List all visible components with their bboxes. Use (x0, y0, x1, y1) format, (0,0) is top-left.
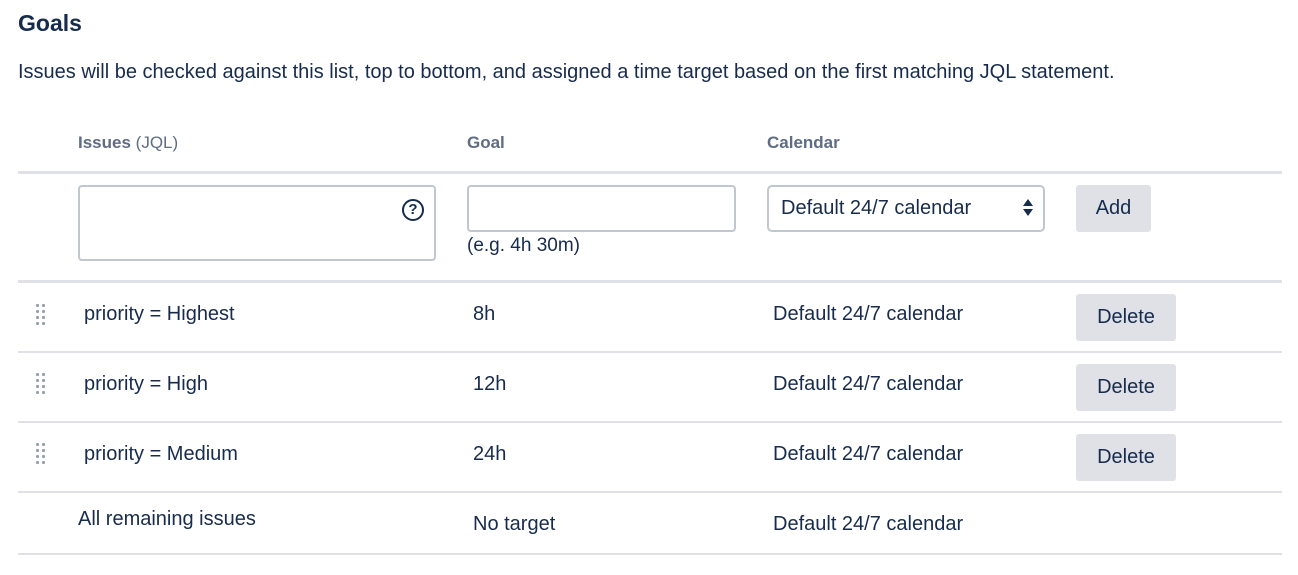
row-divider (18, 351, 1282, 353)
jql-input[interactable]: ? (78, 185, 436, 261)
goals-title: Goals (18, 10, 82, 36)
add-button[interactable]: Add (1076, 185, 1151, 232)
remaining-goal: No target (473, 513, 556, 535)
delete-button[interactable]: Delete (1076, 294, 1176, 341)
drag-handle-icon[interactable] (36, 304, 46, 326)
delete-button[interactable]: Delete (1076, 434, 1176, 481)
drag-handle-icon[interactable] (36, 443, 46, 465)
header-divider (18, 171, 1282, 174)
row-jql: priority = Medium (84, 443, 238, 465)
goals-description: Issues will be checked against this list… (18, 61, 1115, 83)
calendar-select-value: Default 24/7 calendar (781, 197, 972, 219)
column-header-issues-label: Issues (78, 133, 131, 152)
row-goal: 12h (473, 373, 507, 395)
row-jql: priority = High (84, 373, 208, 395)
remaining-calendar: Default 24/7 calendar (773, 513, 964, 535)
row-calendar: Default 24/7 calendar (773, 443, 964, 465)
row-jql: priority = Highest (84, 303, 235, 325)
row-goal: 24h (473, 443, 507, 465)
row-divider (18, 421, 1282, 423)
goal-hint: (e.g. 4h 30m) (467, 235, 580, 256)
row-goal: 8h (473, 303, 496, 325)
row-calendar: Default 24/7 calendar (773, 373, 964, 395)
drag-handle-icon[interactable] (36, 373, 46, 395)
column-header-issues-suffix: (JQL) (135, 133, 179, 152)
column-header-goal: Goal (467, 133, 505, 152)
question-circle-icon[interactable]: ? (402, 199, 424, 221)
goal-input[interactable] (467, 185, 736, 232)
select-arrows-icon (1023, 196, 1033, 220)
new-row-divider (18, 280, 1282, 283)
delete-button[interactable]: Delete (1076, 364, 1176, 411)
remaining-label: All remaining issues (78, 508, 256, 530)
row-calendar: Default 24/7 calendar (773, 303, 964, 325)
column-header-issues: Issues (JQL) (78, 133, 178, 153)
row-divider (18, 491, 1282, 493)
column-header-calendar: Calendar (767, 133, 840, 152)
calendar-select[interactable]: Default 24/7 calendar (767, 185, 1045, 232)
bottom-divider (18, 553, 1282, 555)
